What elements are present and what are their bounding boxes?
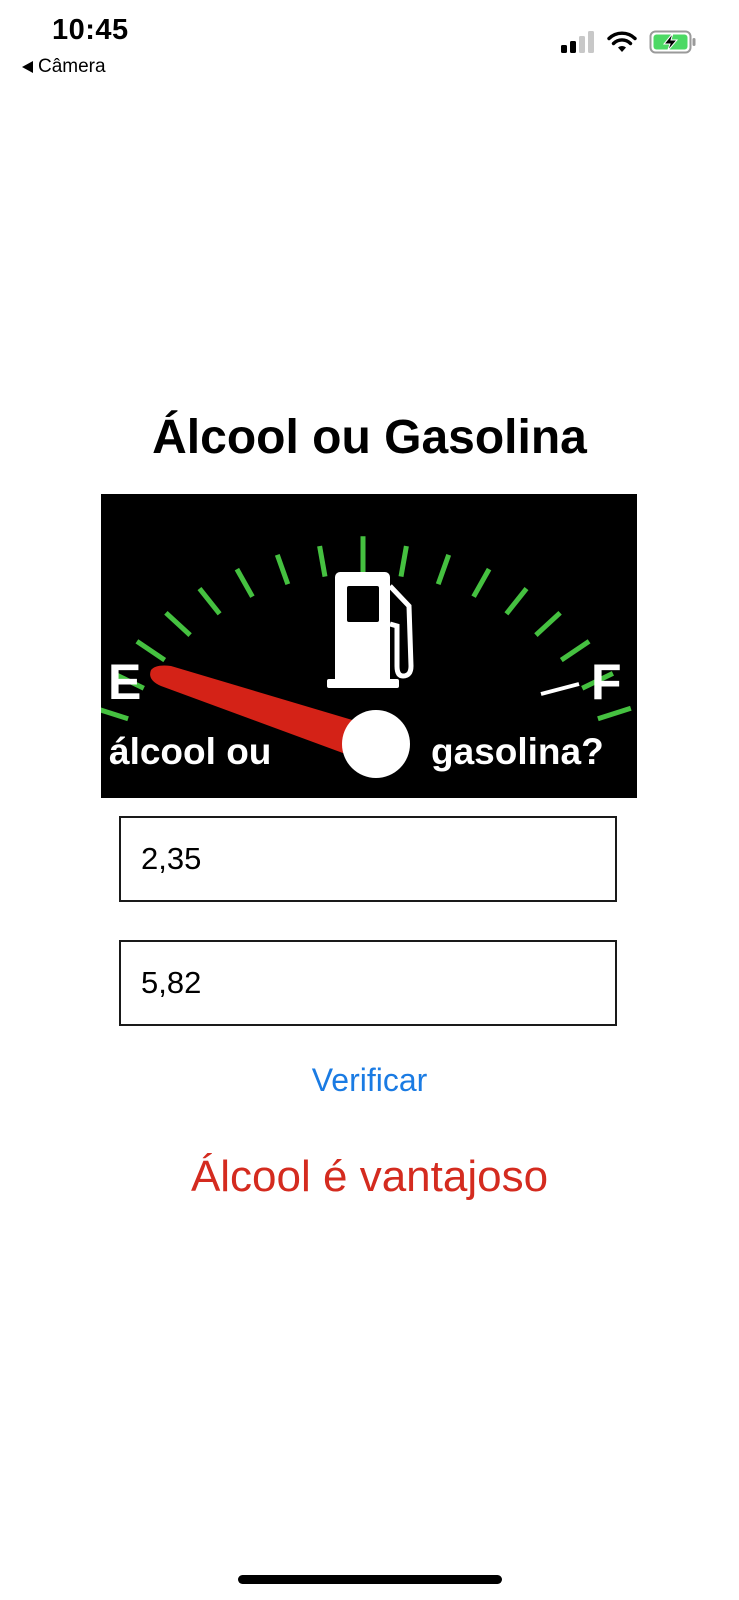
gauge-tick <box>534 610 562 637</box>
cellular-signal-icon <box>561 31 594 53</box>
full-mark-line <box>540 682 580 696</box>
gauge-tick <box>504 587 529 616</box>
needle-pivot <box>342 710 410 778</box>
gauge-tick <box>559 639 591 663</box>
fuel-gauge-graphic: E F álcool ou gasolina? <box>101 536 632 778</box>
gauge-tick <box>398 545 409 578</box>
gauge-empty-label: E <box>108 654 141 710</box>
banner-left-text: álcool ou <box>109 731 271 772</box>
page-title: Álcool ou Gasolina <box>152 411 587 464</box>
wifi-icon <box>607 31 637 52</box>
back-to-camera-link[interactable]: Câmera <box>22 56 106 78</box>
gauge-tick <box>274 553 291 586</box>
back-label: Câmera <box>38 56 106 77</box>
gauge-tick <box>435 553 452 586</box>
battery-charging-icon <box>649 30 696 54</box>
status-icons <box>561 30 697 54</box>
back-arrow-icon <box>22 61 33 73</box>
status-time: 10:45 <box>52 14 129 46</box>
gauge-tick <box>471 567 492 598</box>
alcool-price-input[interactable]: 2,35 <box>119 816 617 902</box>
fuel-pump-icon <box>327 572 414 688</box>
gauge-tick <box>164 610 192 637</box>
gauge-tick <box>234 567 255 598</box>
gauge-full-label: F <box>591 654 622 710</box>
result-message: Álcool é vantajoso <box>190 1152 549 1201</box>
fuel-gauge-banner: E F álcool ou gasolina? <box>101 494 637 798</box>
gauge-tick <box>317 545 328 578</box>
gasolina-price-input[interactable]: 5,82 <box>119 940 617 1026</box>
gauge-tick <box>197 587 222 616</box>
verify-button[interactable]: Verificar <box>0 1062 739 1099</box>
home-indicator[interactable] <box>238 1575 502 1584</box>
banner-right-text: gasolina? <box>431 731 604 772</box>
